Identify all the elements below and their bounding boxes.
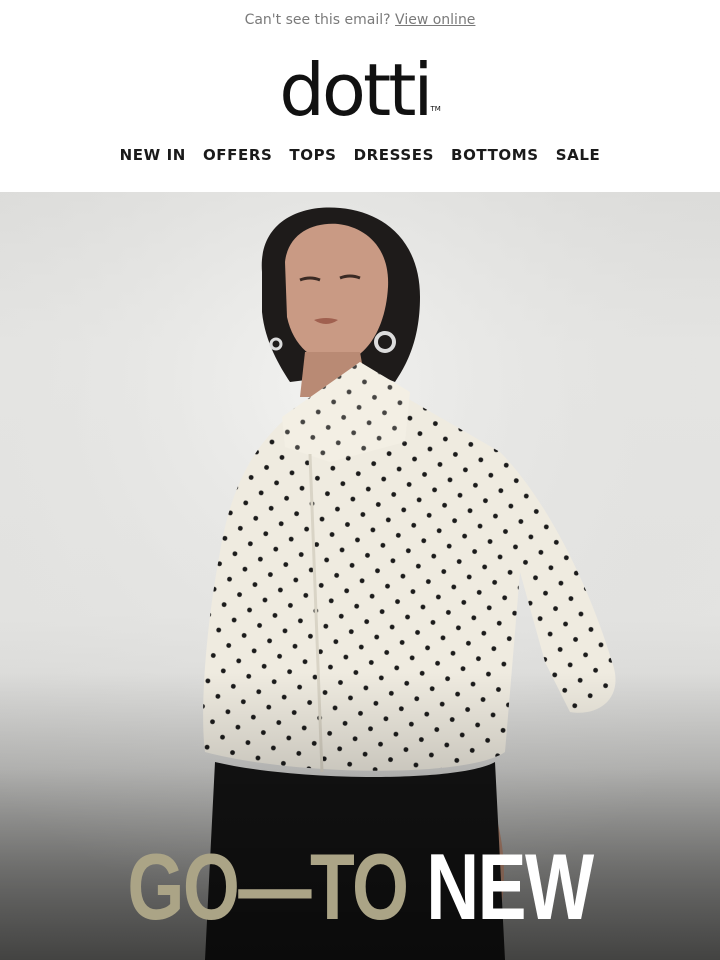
email-page: Can't see this email? View online dottiT… [0,0,720,960]
hero-banner[interactable]: GO—TO NEW [0,192,720,960]
nav-item-offers[interactable]: OFFERS [203,146,272,164]
headline-go-to: GO—TO [127,834,409,939]
logo-text: dotti [279,48,433,132]
nav-item-tops[interactable]: TOPS [289,146,336,164]
main-navigation: NEW IN OFFERS TOPS DRESSES BOTTOMS SALE [0,146,720,164]
nav-item-bottoms[interactable]: BOTTOMS [451,146,539,164]
nav-item-dresses[interactable]: DRESSES [354,146,434,164]
preheader-text: Can't see this email? [244,12,391,28]
trademark-mark: TM [430,105,441,113]
brand-logo[interactable]: dottiTM [0,50,720,149]
nav-item-sale[interactable]: SALE [556,146,601,164]
view-online-link[interactable]: View online [395,12,475,28]
headline-new: NEW [426,834,594,939]
preheader: Can't see this email? View online [0,12,720,28]
hero-headline: GO—TO NEW [79,832,641,942]
nav-item-new-in[interactable]: NEW IN [120,146,186,164]
